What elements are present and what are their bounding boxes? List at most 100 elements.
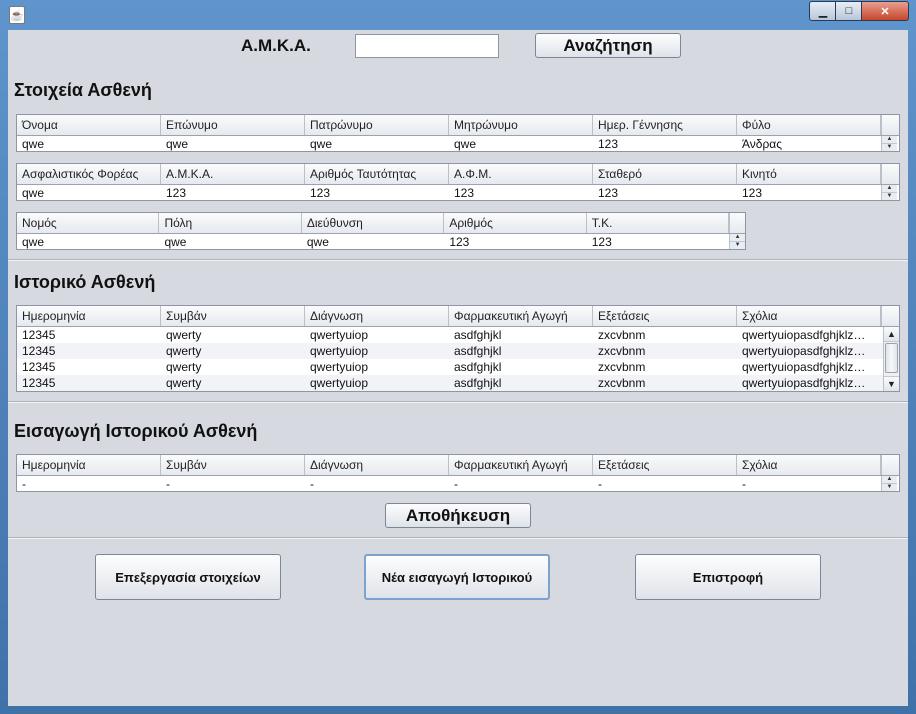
scroll-up-icon[interactable]: ▲: [884, 327, 899, 342]
table-cell[interactable]: qwe: [305, 136, 449, 151]
scrollbar-thumb[interactable]: [885, 343, 898, 373]
row-scroll-spinner[interactable]: ▲ ▼: [881, 136, 897, 151]
table-cell[interactable]: qwe: [17, 185, 161, 200]
column-header[interactable]: Σταθερό: [593, 164, 737, 184]
patient-insurance-table[interactable]: Ασφαλιστικός Φορέας Α.Μ.Κ.Α. Αριθμός Ταυ…: [16, 163, 900, 201]
column-header[interactable]: Σχόλια: [737, 455, 881, 475]
column-header[interactable]: Συμβάν: [161, 455, 305, 475]
table-cell[interactable]: qwe: [449, 136, 593, 151]
table-cell[interactable]: 12345: [17, 343, 161, 359]
scroll-up-icon[interactable]: ▲: [730, 234, 745, 242]
column-header[interactable]: Επώνυμο: [161, 115, 305, 135]
scroll-down-icon[interactable]: ▼: [730, 242, 745, 249]
close-button[interactable]: ✕: [861, 1, 909, 21]
table-cell[interactable]: 123: [593, 185, 737, 200]
column-header[interactable]: Όνομα: [17, 115, 161, 135]
column-header[interactable]: Συμβάν: [161, 306, 305, 326]
table-cell[interactable]: 123: [737, 185, 881, 200]
search-button[interactable]: Αναζήτηση: [535, 33, 681, 58]
table-cell[interactable]: 123: [305, 185, 449, 200]
amka-search-input[interactable]: [355, 34, 499, 58]
table-cell[interactable]: qwertyuiopasdfghjklzxcvbnm: [737, 375, 875, 391]
history-table[interactable]: Ημερομηνία Συμβάν Διάγνωση Φαρμακευτική …: [16, 305, 900, 392]
table-cell[interactable]: qwerty: [161, 359, 305, 375]
table-cell[interactable]: qwerty: [161, 375, 305, 391]
column-header[interactable]: Διάγνωση: [305, 455, 449, 475]
table-cell[interactable]: qwe: [161, 136, 305, 151]
table-cell[interactable]: 123: [593, 136, 737, 151]
column-header[interactable]: Διεύθυνση: [302, 213, 445, 233]
table-cell[interactable]: -: [449, 476, 593, 491]
column-header[interactable]: Α.Μ.Κ.Α.: [161, 164, 305, 184]
column-header[interactable]: Τ.Κ.: [587, 213, 730, 233]
save-button[interactable]: Αποθήκευση: [385, 503, 531, 528]
table-cell[interactable]: 123: [444, 234, 586, 249]
column-header[interactable]: Νομός: [17, 213, 160, 233]
table-cell[interactable]: qwertyuiop: [305, 359, 449, 375]
column-header[interactable]: Μητρώνυμο: [449, 115, 593, 135]
row-scroll-spinner[interactable]: ▲ ▼: [729, 234, 745, 249]
column-header[interactable]: Α.Φ.Μ.: [449, 164, 593, 184]
column-header[interactable]: Φαρμακευτική Αγωγή: [449, 306, 593, 326]
new-history-table[interactable]: Ημερομηνία Συμβάν Διάγνωση Φαρμακευτική …: [16, 454, 900, 492]
scroll-up-icon[interactable]: ▲: [882, 476, 897, 484]
table-cell[interactable]: asdfghjkl: [449, 375, 593, 391]
scroll-down-icon[interactable]: ▼: [882, 484, 897, 491]
column-header[interactable]: Εξετάσεις: [593, 306, 737, 326]
table-cell[interactable]: 123: [587, 234, 729, 249]
column-header[interactable]: Ημερομηνία: [17, 455, 161, 475]
column-header[interactable]: Αριθμός: [444, 213, 587, 233]
column-header[interactable]: Ασφαλιστικός Φορέας: [17, 164, 161, 184]
table-cell[interactable]: qwertyuiop: [305, 327, 449, 343]
table-cell[interactable]: qwerty: [161, 343, 305, 359]
table-cell[interactable]: Άνδρας: [737, 136, 881, 151]
column-header[interactable]: Πατρώνυμο: [305, 115, 449, 135]
table-row[interactable]: qwe qwe qwe qwe 123 Άνδρας ▲ ▼: [17, 136, 899, 151]
table-cell[interactable]: qwertyuiopasdfghjklzxcvbnm: [737, 327, 875, 343]
scroll-down-icon[interactable]: ▼: [882, 144, 897, 151]
table-cell[interactable]: zxcvbnm: [593, 327, 737, 343]
table-cell[interactable]: zxcvbnm: [593, 375, 737, 391]
table-cell[interactable]: asdfghjkl: [449, 327, 593, 343]
edit-details-button[interactable]: Επεξεργασία στοιχείων: [95, 554, 281, 600]
table-cell[interactable]: 123: [161, 185, 305, 200]
patient-address-table[interactable]: Νομός Πόλη Διεύθυνση Αριθμός Τ.Κ. qwe qw…: [16, 212, 746, 250]
table-cell[interactable]: 123: [449, 185, 593, 200]
table-cell[interactable]: qwertyuiopasdfghjklzxcvbnm: [737, 343, 875, 359]
column-header[interactable]: Πόλη: [159, 213, 302, 233]
table-row[interactable]: qwe qwe qwe 123 123 ▲ ▼: [17, 234, 745, 249]
table-row[interactable]: 12345 qwerty qwertyuiop asdfghjkl zxcvbn…: [17, 327, 899, 343]
table-row[interactable]: 12345 qwerty qwertyuiop asdfghjkl zxcvbn…: [17, 375, 899, 391]
column-header[interactable]: Κινητό: [737, 164, 881, 184]
table-cell[interactable]: zxcvbnm: [593, 359, 737, 375]
table-cell[interactable]: asdfghjkl: [449, 359, 593, 375]
table-cell[interactable]: qwertyuiop: [305, 375, 449, 391]
table-cell[interactable]: asdfghjkl: [449, 343, 593, 359]
table-cell[interactable]: -: [305, 476, 449, 491]
column-header[interactable]: Εξετάσεις: [593, 455, 737, 475]
history-scrollbar[interactable]: ▲ ▼: [883, 327, 899, 391]
table-row[interactable]: qwe 123 123 123 123 123 ▲ ▼: [17, 185, 899, 200]
table-cell[interactable]: -: [737, 476, 881, 491]
scroll-down-icon[interactable]: ▼: [884, 376, 899, 391]
table-cell[interactable]: qwe: [17, 136, 161, 151]
table-cell[interactable]: 12345: [17, 375, 161, 391]
column-header[interactable]: Ημερ. Γέννησης: [593, 115, 737, 135]
table-cell[interactable]: -: [17, 476, 161, 491]
table-cell[interactable]: zxcvbnm: [593, 343, 737, 359]
table-cell[interactable]: qwertyuiopasdfghjklzxcvbnm: [737, 359, 875, 375]
table-cell[interactable]: qwertyuiop: [305, 343, 449, 359]
column-header[interactable]: Διάγνωση: [305, 306, 449, 326]
column-header[interactable]: Φαρμακευτική Αγωγή: [449, 455, 593, 475]
column-header[interactable]: Αριθμός Ταυτότητας: [305, 164, 449, 184]
table-cell[interactable]: qwe: [302, 234, 444, 249]
minimize-button[interactable]: ▁: [809, 1, 837, 21]
patient-names-table[interactable]: Όνομα Επώνυμο Πατρώνυμο Μητρώνυμο Ημερ. …: [16, 114, 900, 152]
row-scroll-spinner[interactable]: ▲ ▼: [881, 476, 897, 491]
table-cell[interactable]: 12345: [17, 359, 161, 375]
table-cell[interactable]: qwe: [159, 234, 301, 249]
column-header[interactable]: Φύλο: [737, 115, 881, 135]
table-cell[interactable]: -: [593, 476, 737, 491]
row-scroll-spinner[interactable]: ▲ ▼: [881, 185, 897, 200]
scroll-up-icon[interactable]: ▲: [882, 136, 897, 144]
